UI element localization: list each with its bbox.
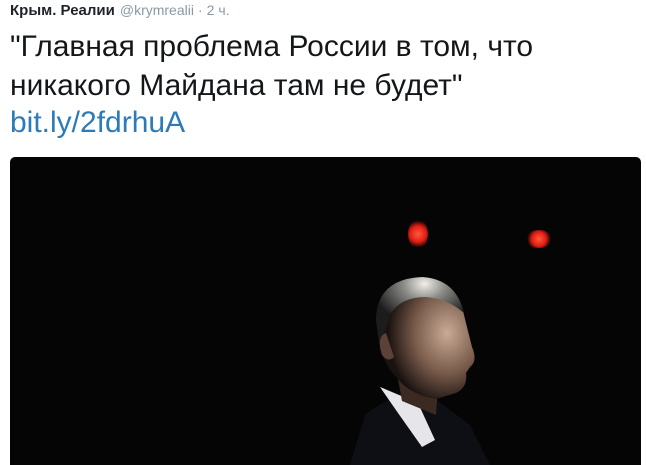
tweet-header: Крым. Реалии @krymrealii · 2 ч. (10, 2, 230, 24)
author-name[interactable]: Крым. Реалии (10, 2, 115, 19)
tweet-timestamp[interactable]: 2 ч. (207, 2, 230, 18)
tweet-text-line: "Главная проблема России в том, что (10, 30, 534, 63)
tweet-text-line: никакого Майдана там не будет" (10, 69, 463, 102)
tweet: Крым. Реалии @krymrealii · 2 ч. "Главная… (0, 0, 646, 465)
red-light-right (526, 230, 552, 248)
tweet-link[interactable]: bit.ly/2fdrhuA (10, 103, 185, 142)
red-light-left (408, 219, 428, 249)
tweet-photo[interactable] (10, 157, 641, 465)
meta-separator: · (197, 2, 203, 18)
person-silhouette-image (350, 277, 490, 465)
author-handle[interactable]: @krymrealii (120, 2, 194, 18)
tweet-text: "Главная проблема России в том, что ника… (10, 27, 630, 105)
